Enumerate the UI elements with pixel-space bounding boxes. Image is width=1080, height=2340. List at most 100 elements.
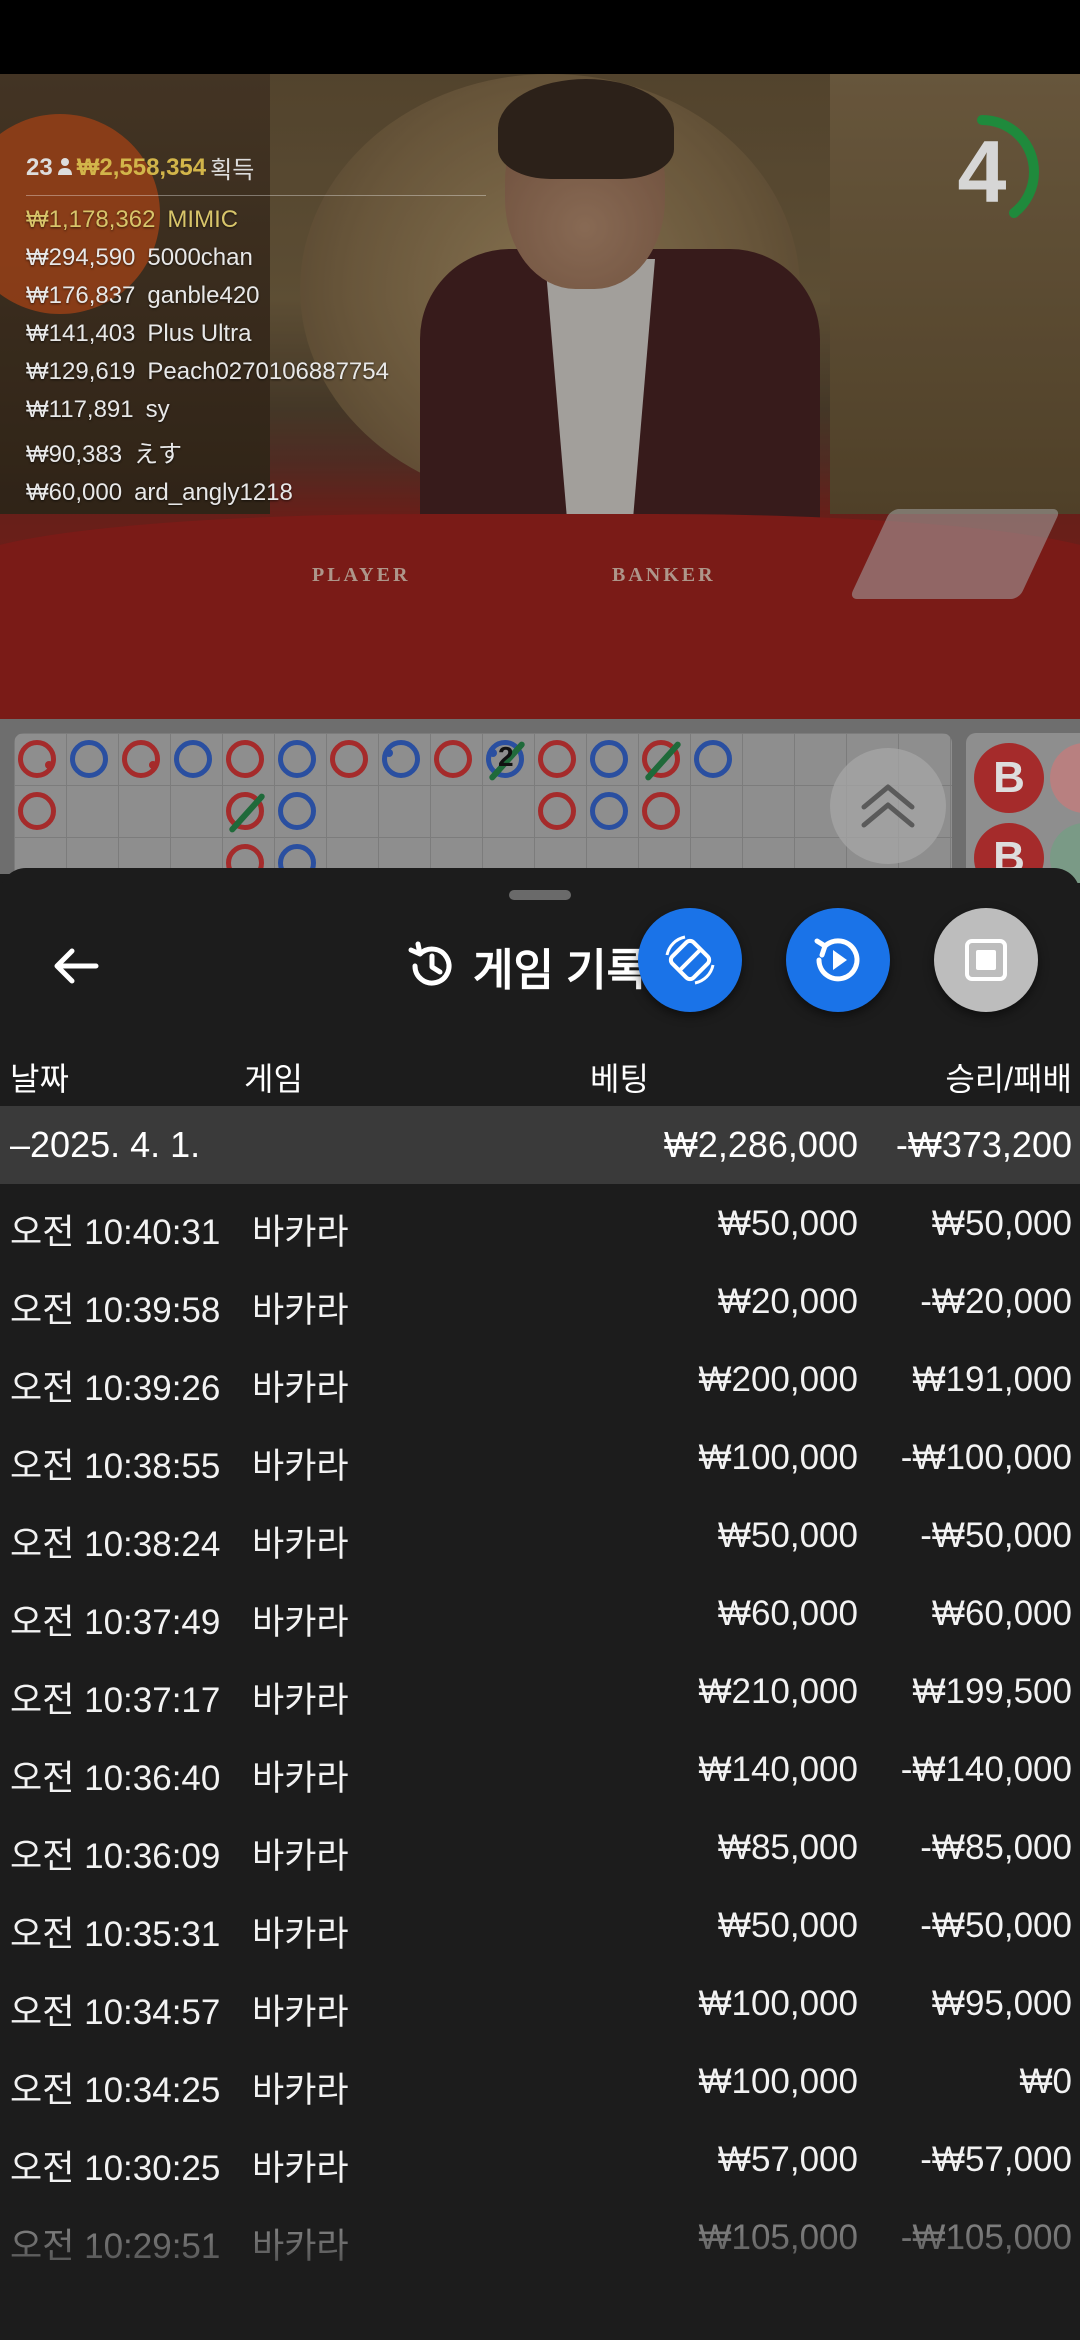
winners-list: 23 ₩2,558,354 획득 ₩1,178,362 MIMIC ₩294,59… [26, 150, 486, 507]
winner-amount: ₩176,837 [26, 282, 136, 309]
row-time: 오전 10:36:40 [10, 1759, 221, 1798]
row-time: 오전 10:38:24 [10, 1525, 221, 1564]
row-winloss: -₩140,000 [900, 1750, 1072, 1789]
history-row[interactable]: 오전 10:36:09 바카라 ₩85,000 -₩85,000 [0, 1808, 1080, 1886]
winner-name: sy [145, 396, 170, 423]
row-winloss: -₩50,000 [920, 1906, 1072, 1945]
row-bet: ₩200,000 [698, 1360, 858, 1399]
history-list: 오전 10:40:31 바카라 ₩50,000 ₩50,000 오전 10:39:58… [0, 1184, 1080, 2276]
winner-name: えす [134, 441, 183, 468]
winner-name: ganble420 [147, 282, 260, 309]
history-row[interactable]: 오전 10:37:49 바카라 ₩60,000 ₩60,000 [0, 1574, 1080, 1652]
sheet-title: 게임 기록 [405, 926, 647, 1006]
row-bet: ₩50,000 [717, 1204, 858, 1243]
road-banker-mark [538, 792, 576, 830]
expand-roadmap-button[interactable] [830, 748, 946, 864]
history-row[interactable]: 오전 10:39:26 바카라 ₩200,000 ₩191,000 [0, 1340, 1080, 1418]
sheet-title-text: 게임 기록 [473, 946, 648, 995]
road-banker-mark [18, 792, 56, 830]
row-game: 바카라 [252, 1525, 349, 1564]
list-bottom-fade [0, 2230, 1080, 2340]
winner-name: MIMIC [167, 206, 239, 233]
row-winloss: -₩57,000 [920, 2140, 1072, 2179]
road-player-mark [174, 740, 212, 778]
table-header: 날짜 게임 베팅 승리/패배 [0, 1040, 1080, 1106]
bead-road[interactable]: 2 [14, 733, 952, 883]
row-winloss: ₩199,500 [912, 1672, 1072, 1711]
history-row[interactable]: 오전 10:36:40 바카라 ₩140,000 -₩140,000 [0, 1730, 1080, 1808]
row-time: 오전 10:37:49 [10, 1603, 221, 1642]
history-row[interactable]: 오전 10:35:31 바카라 ₩50,000 -₩50,000 [0, 1886, 1080, 1964]
history-row[interactable]: 오전 10:34:25 바카라 ₩100,000 ₩0 [0, 2042, 1080, 2120]
row-winloss: ₩191,000 [912, 1360, 1072, 1399]
summary-bet-total: ₩2,286,000 [663, 1124, 858, 1165]
row-time: 오전 10:39:26 [10, 1369, 221, 1408]
row-bet: ₩100,000 [698, 2062, 858, 2101]
replay-play-icon [814, 938, 860, 982]
row-bet: ₩140,000 [698, 1750, 858, 1789]
road-player-mark [590, 740, 628, 778]
history-icon [408, 941, 452, 986]
screen-rotation-icon [665, 935, 715, 985]
row-game: 바카라 [252, 1291, 349, 1330]
bigroad-chip [1050, 743, 1080, 813]
winner-row: ₩294,590 5000chan [26, 244, 486, 272]
road-player-mark [278, 740, 316, 778]
bigroad-banker-chip: B [974, 743, 1044, 813]
row-winloss: ₩0 [1019, 2062, 1073, 2101]
row-game: 바카라 [252, 1369, 349, 1408]
road-banker-mark [330, 740, 368, 778]
row-winloss: ₩60,000 [931, 1594, 1072, 1633]
date-summary-row[interactable]: –2025. 4. 1. ₩2,286,000 -₩373,200 [0, 1106, 1080, 1184]
winner-amount: ₩294,590 [26, 244, 136, 271]
double-chevron-up-icon [861, 784, 915, 828]
winner-row: ₩141,403 Plus Ultra [26, 320, 486, 348]
history-row[interactable]: 오전 10:38:24 바카라 ₩50,000 -₩50,000 [0, 1496, 1080, 1574]
row-winloss: ₩95,000 [931, 1984, 1072, 2023]
winner-amount: ₩1,178,362 [26, 206, 156, 233]
row-game: 바카라 [252, 1915, 349, 1954]
sheet-drag-handle[interactable] [509, 890, 571, 900]
history-row[interactable]: 오전 10:30:25 바카라 ₩57,000 -₩57,000 [0, 2120, 1080, 2198]
row-game: 바카라 [252, 1447, 349, 1486]
row-game: 바카라 [252, 1837, 349, 1876]
history-row[interactable]: 오전 10:40:31 바카라 ₩50,000 ₩50,000 [0, 1184, 1080, 1262]
row-bet: ₩210,000 [698, 1672, 858, 1711]
back-button[interactable] [44, 934, 108, 998]
history-row[interactable]: 오전 10:37:17 바카라 ₩210,000 ₩199,500 [0, 1652, 1080, 1730]
row-bet: ₩60,000 [717, 1594, 858, 1633]
winner-amount: ₩117,891 [26, 396, 134, 423]
row-game: 바카라 [252, 1681, 349, 1720]
row-bet: ₩57,000 [717, 2140, 858, 2179]
row-bet: ₩85,000 [717, 1828, 858, 1867]
replay-button[interactable] [786, 908, 890, 1012]
stop-icon [965, 939, 1007, 981]
history-row[interactable]: 오전 10:38:55 바카라 ₩100,000 -₩100,000 [0, 1418, 1080, 1496]
winners-total-suffix: 획득 [210, 157, 255, 184]
history-row[interactable]: 오전 10:34:57 바카라 ₩100,000 ₩95,000 [0, 1964, 1080, 2042]
row-time: 오전 10:35:31 [10, 1915, 221, 1954]
road-player-mark [278, 792, 316, 830]
row-time: 오전 10:39:58 [10, 1291, 221, 1330]
winner-row: ₩117,891 sy [26, 396, 486, 424]
road-banker-mark [642, 792, 680, 830]
column-winloss: 승리/패배 [945, 1061, 1072, 1097]
winner-amount: ₩141,403 [26, 320, 136, 347]
road-banker-mark [434, 740, 472, 778]
row-game: 바카라 [252, 1213, 349, 1252]
row-game: 바카라 [252, 1759, 349, 1798]
row-winloss: ₩50,000 [931, 1204, 1072, 1243]
rotate-screen-button[interactable] [638, 908, 742, 1012]
row-bet: ₩50,000 [717, 1516, 858, 1555]
row-time: 오전 10:37:17 [10, 1681, 221, 1720]
road-banker-mark [226, 740, 264, 778]
stop-button[interactable] [934, 908, 1038, 1012]
winner-name: 5000chan [147, 244, 253, 271]
winners-count: 23 [26, 153, 53, 181]
row-bet: ₩20,000 [717, 1282, 858, 1321]
road-player-mark [382, 740, 420, 778]
history-row[interactable]: 오전 10:39:58 바카라 ₩20,000 -₩20,000 [0, 1262, 1080, 1340]
row-time: 오전 10:36:09 [10, 1837, 221, 1876]
row-winloss: -₩50,000 [920, 1516, 1072, 1555]
big-road[interactable]: B B [966, 733, 1080, 883]
